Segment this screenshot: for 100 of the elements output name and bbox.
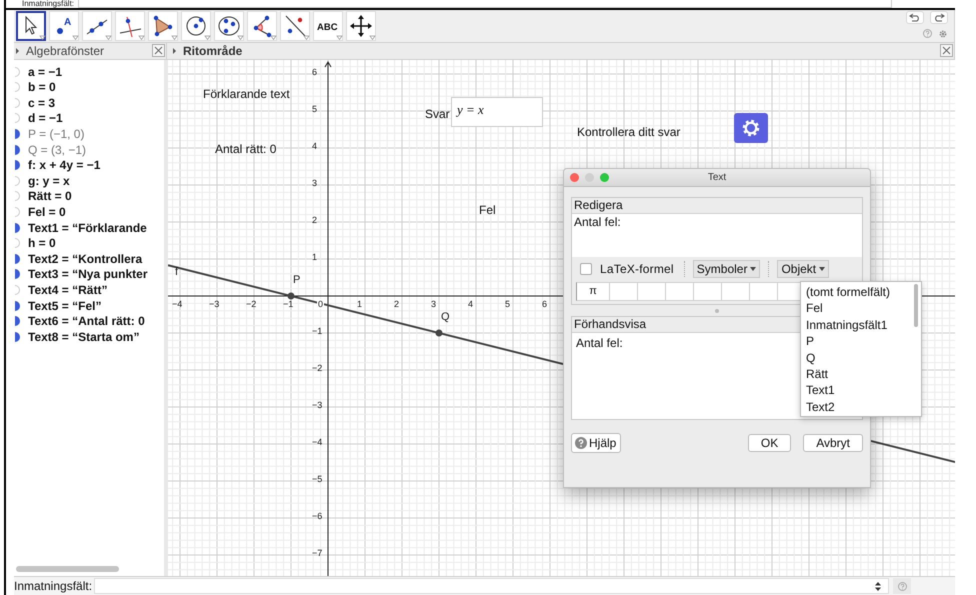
checkbox[interactable] (580, 263, 592, 275)
scrollbar[interactable] (16, 566, 119, 572)
axis-tick-label: −7 (312, 548, 322, 558)
canvas-text: Fel (479, 202, 496, 217)
input-bar-label: Inmatningsfält: (14, 579, 92, 593)
axis-tick-label: −2 (246, 298, 256, 309)
visibility-toggle[interactable] (15, 254, 20, 264)
dialog-title: Text (708, 172, 726, 183)
visibility-toggle[interactable] (15, 332, 20, 342)
polygon-tool[interactable] (148, 11, 178, 41)
close-button[interactable] (152, 44, 165, 58)
algebra-entry[interactable]: Text1 = “Förklarande (28, 220, 147, 235)
visibility-toggle[interactable] (15, 129, 20, 140)
algebra-entry[interactable]: Text8 = “Starta om” (28, 330, 140, 344)
help-icon (575, 437, 587, 449)
axis-tick-label: 0 (317, 298, 324, 309)
axis-tick-label: 2 (312, 214, 318, 225)
input-field[interactable] (78, 0, 892, 8)
canvas-text: Kontrollera ditt svar (577, 124, 680, 139)
algebra-entry[interactable]: d = −1 (28, 111, 63, 126)
cancel-button[interactable]: Avbryt (803, 434, 863, 452)
axis-tick-label: −3 (312, 400, 322, 410)
axis-tick-label: 6 (542, 298, 548, 309)
caret-icon (750, 267, 756, 271)
visibility-toggle[interactable] (15, 300, 20, 311)
undo-button[interactable] (906, 11, 924, 24)
objects-dropdown[interactable]: Objekt (777, 260, 830, 278)
algebra-entry[interactable]: Text3 = “Nya punkter (28, 267, 148, 282)
visibility-toggle[interactable] (15, 269, 20, 280)
axis-tick-label: 1 (312, 252, 318, 262)
answer-label: Svar (425, 106, 450, 121)
angle-tool[interactable] (247, 11, 277, 41)
circle-tool[interactable] (181, 11, 211, 41)
answer-field[interactable]: y = x (451, 96, 543, 127)
point-tool[interactable]: A (49, 11, 79, 41)
axis-tick-label: 2 (394, 298, 400, 309)
point[interactable] (288, 292, 294, 300)
gear-icon (741, 118, 761, 138)
algebra-entry[interactable]: P = (−1, 0) (28, 127, 84, 142)
algebra-entry[interactable]: a = −1 (28, 64, 62, 79)
algebra-entry[interactable]: Q = (3, −1) (28, 142, 86, 157)
text-tool[interactable]: ABC (313, 11, 343, 41)
point[interactable] (436, 329, 442, 336)
settings-icon[interactable] (938, 28, 948, 39)
visibility-toggle[interactable] (15, 316, 20, 326)
perpendicular-line-tool[interactable] (115, 11, 145, 41)
checkbox-label: LaTeX-formel (600, 262, 674, 276)
input-bar-label: Inmatningsfält: (22, 0, 74, 8)
axis-tick-label: −4 (312, 436, 322, 447)
input-field[interactable] (94, 578, 890, 594)
algebra-entry[interactable]: h = 0 (28, 236, 56, 250)
algebra-entry[interactable]: Fel = 0 (28, 205, 66, 220)
algebra-entry[interactable]: Text5 = “Fel” (28, 298, 102, 313)
splitter-handle[interactable] (715, 308, 719, 312)
axis-tick-label: 1 (357, 298, 362, 309)
algebra-entry[interactable]: c = 3 (28, 96, 56, 110)
panel-title: Algebrafönster (26, 44, 104, 58)
symbols-dropdown[interactable]: Symboler (692, 260, 760, 278)
symbol-key[interactable]: π (576, 282, 610, 301)
scrollbar[interactable] (914, 284, 918, 327)
help-button[interactable]: Hjälp (571, 433, 622, 453)
algebra-entry[interactable]: g: y = x (28, 174, 70, 188)
algebra-entry[interactable]: f: x + 4y = −1 (28, 158, 100, 172)
axis-tick-label: 5 (505, 298, 510, 309)
axis-tick-label: −4 (172, 298, 182, 309)
menu-item[interactable]: Fel (806, 300, 912, 317)
point-label: Q (441, 310, 450, 323)
close-button[interactable] (940, 44, 953, 58)
conic-tool[interactable] (214, 11, 244, 41)
redo-button[interactable] (930, 11, 948, 24)
move-view-tool[interactable] (346, 11, 376, 41)
line-tool[interactable] (82, 11, 112, 41)
collapse-icon[interactable] (16, 48, 19, 54)
algebra-entry[interactable]: Rätt = 0 (28, 189, 72, 204)
pointer-tool[interactable] (16, 11, 46, 41)
collapse-icon[interactable] (173, 48, 176, 54)
algebra-entry[interactable]: b = 0 (28, 80, 56, 94)
updown-icon[interactable] (875, 582, 882, 590)
line-label: f (175, 266, 178, 278)
visibility-toggle[interactable] (15, 160, 20, 170)
axis-tick-label: 6 (312, 66, 318, 77)
axis-tick-label: 4 (468, 298, 474, 309)
axis-tick-label: 3 (431, 298, 436, 309)
visibility-toggle[interactable] (15, 144, 20, 155)
settings-button[interactable] (734, 112, 768, 143)
axis-tick-label: 4 (312, 140, 318, 151)
axis-tick-label: −1 (283, 298, 294, 309)
canvas-text: Förklarande text (203, 86, 290, 101)
axis-tick-label: 3 (312, 178, 318, 188)
visibility-toggle[interactable] (15, 222, 20, 233)
reflect-tool[interactable] (280, 11, 310, 41)
axis-tick-label: −1 (312, 326, 322, 336)
algebra-entry[interactable]: Text4 = “Rätt” (28, 283, 108, 298)
axis-tick-label: −3 (209, 298, 220, 309)
algebra-entry[interactable]: Text6 = “Antal rätt: 0 (28, 314, 145, 328)
algebra-entry[interactable]: Text2 = “Kontrollera (28, 252, 142, 266)
text-editor[interactable]: Antal fel: (572, 214, 862, 257)
ok-button[interactable]: OK (748, 434, 792, 452)
menu-item[interactable]: (tomt formelfält) (806, 284, 912, 300)
help-icon (898, 582, 907, 590)
